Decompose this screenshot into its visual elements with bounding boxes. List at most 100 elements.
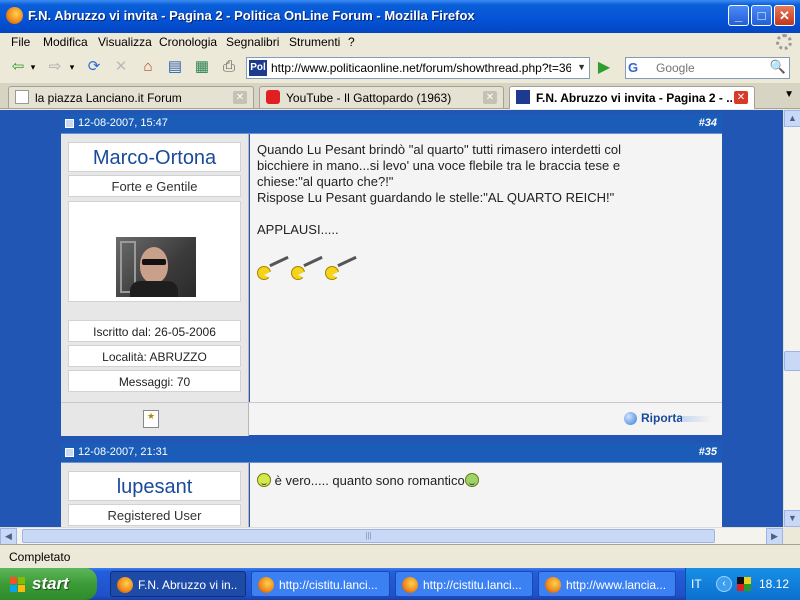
home-button[interactable]: ⌂: [138, 57, 158, 77]
tab-politica-online[interactable]: F.N. Abruzzo vi invita - Pagina 2 - ... …: [509, 86, 755, 109]
navigation-toolbar: ⇦ ▾ ⇨ ▾ ⟳ ✕ ⌂ ▤ ▦ ⎙ Pol http://www.polit…: [0, 53, 800, 83]
message-line: [257, 206, 717, 222]
scroll-right-button[interactable]: ▶: [766, 528, 783, 545]
tab-close-icon[interactable]: ✕: [734, 91, 748, 104]
back-dropdown-icon[interactable]: ▾: [27, 57, 39, 77]
firefox-icon: [6, 7, 23, 24]
post-user-panel: lupesant Registered User: [61, 463, 249, 527]
joined-date: Iscritto dal: 26-05-2006: [93, 325, 216, 339]
avatar[interactable]: [116, 237, 196, 297]
minimize-button[interactable]: _: [728, 5, 749, 26]
menu-help[interactable]: ?: [348, 35, 355, 49]
post-header: 12-08-2007, 15:47 #34: [61, 114, 722, 134]
post-body: è vero..... quanto sono romantico: [250, 463, 722, 527]
tab-close-icon[interactable]: ✕: [483, 91, 497, 104]
menu-visualizza[interactable]: Visualizza: [98, 35, 152, 49]
clock[interactable]: 18.12: [759, 577, 789, 591]
scroll-down-button[interactable]: ▼: [784, 510, 800, 527]
stop-button[interactable]: ✕: [111, 57, 131, 77]
message-line: bicchiere in mano...si levo' una voce fl…: [257, 158, 621, 173]
window-title-bar: F.N. Abruzzo vi invita - Pagina 2 - Poli…: [0, 0, 800, 33]
report-post-icon[interactable]: ★: [143, 410, 159, 428]
post-footer-left: ★: [61, 403, 249, 436]
location-box: Località: ABRUZZO: [68, 345, 241, 367]
taskbar-button-label: http://cistitu.lanci...: [423, 578, 522, 592]
scroll-left-button[interactable]: ◀: [0, 528, 17, 545]
username-box: Marco-Ortona: [68, 142, 241, 172]
post-message: Quando Lu Pesant brindò "al quarto" tutt…: [257, 142, 717, 238]
avatar-body: [130, 281, 178, 297]
pacman-stick: [269, 255, 289, 268]
taskbar-button-label: http://cistitu.lanci...: [279, 578, 378, 592]
taskbar-button[interactable]: http://www.lancia...: [538, 571, 676, 597]
history-icon[interactable]: ▦: [192, 57, 212, 77]
firefox-icon: [545, 577, 561, 593]
youtube-icon: [266, 90, 280, 104]
windows-logo-icon: [10, 577, 26, 593]
go-button[interactable]: ▶: [594, 59, 614, 79]
tray-app-icon[interactable]: [737, 577, 751, 591]
back-button[interactable]: ⇦: [8, 57, 28, 77]
language-indicator[interactable]: IT: [691, 577, 702, 591]
tab-youtube[interactable]: YouTube - Il Gattopardo (1963) ✕: [259, 86, 504, 108]
reply-label: Riporta: [641, 411, 683, 425]
forward-dropdown-icon[interactable]: ▾: [66, 57, 78, 77]
message-line: APPLAUSI.....: [257, 222, 339, 237]
tab-lanciano-forum[interactable]: la piazza Lanciano.it Forum ✕: [8, 86, 254, 108]
user-title: Registered User: [107, 508, 202, 523]
close-button[interactable]: ✕: [774, 5, 795, 26]
bookmarks-icon[interactable]: ▤: [165, 57, 185, 77]
url-text[interactable]: http://www.politicaonline.net/forum/show…: [271, 61, 571, 75]
pacman-smiley-icon: [325, 255, 357, 280]
search-icon[interactable]: 🔍: [769, 59, 787, 77]
taskbar-button[interactable]: http://cistitu.lanci...: [395, 571, 533, 597]
taskbar-button[interactable]: F.N. Abruzzo vi in...: [110, 571, 246, 597]
menu-bar: File Modifica Visualizza Cronologia Segn…: [0, 33, 800, 53]
smiley-icon: [257, 473, 271, 487]
search-engine-icon[interactable]: G: [628, 60, 652, 76]
scroll-up-button[interactable]: ▲: [784, 110, 800, 127]
tab-close-icon[interactable]: ✕: [233, 91, 247, 104]
start-button[interactable]: start: [0, 568, 97, 600]
reply-icon: [624, 412, 637, 425]
horizontal-scroll-thumb[interactable]: |||: [22, 529, 715, 543]
menu-modifica[interactable]: Modifica: [43, 35, 88, 49]
maximize-button[interactable]: □: [751, 5, 772, 26]
menu-cronologia[interactable]: Cronologia: [159, 35, 217, 49]
url-bar[interactable]: Pol http://www.politicaonline.net/forum/…: [246, 57, 590, 79]
post-user-panel: Marco-Ortona Forte e Gentile Iscritto da…: [61, 134, 249, 402]
vertical-scroll-thumb[interactable]: [784, 351, 800, 371]
post-number-link[interactable]: #34: [699, 117, 717, 129]
taskbar-button-label: F.N. Abruzzo vi in...: [138, 578, 238, 592]
url-dropdown-icon[interactable]: ▼: [577, 62, 586, 72]
post-date: 12-08-2007, 15:47: [78, 117, 168, 129]
menu-file[interactable]: File: [11, 35, 30, 49]
pacman-mouth: [264, 271, 272, 279]
taskbar-button-label: http://www.lancia...: [566, 578, 666, 592]
logo-red: [10, 577, 17, 584]
reload-button[interactable]: ⟳: [84, 57, 104, 77]
horizontal-scrollbar[interactable]: ◀ ||| ▶: [0, 527, 783, 545]
quote-reply-button[interactable]: Riporta: [624, 411, 714, 427]
menu-segnalibri[interactable]: Segnalibri: [226, 35, 279, 49]
page-icon: [15, 90, 29, 104]
taskbar-button[interactable]: http://cistitu.lanci...: [251, 571, 390, 597]
firefox-icon: [258, 577, 274, 593]
pacman-smiley-icon: [291, 255, 323, 280]
reply-fade: [682, 416, 712, 422]
show-hidden-icons-button[interactable]: ‹: [716, 576, 732, 592]
logo-green: [18, 577, 25, 584]
print-button[interactable]: ⎙: [219, 57, 239, 77]
post-number-link[interactable]: #35: [699, 446, 717, 458]
menu-strumenti[interactable]: Strumenti: [289, 35, 340, 49]
vertical-scrollbar[interactable]: ▲ ▼: [783, 110, 800, 527]
message-text: è vero..... quanto sono romantico: [274, 473, 465, 488]
taskbar: start F.N. Abruzzo vi in... http://cisti…: [0, 568, 800, 600]
tab-list-icon[interactable]: ▼: [784, 89, 794, 100]
search-input[interactable]: [656, 60, 764, 76]
username-link[interactable]: Marco-Ortona: [93, 147, 216, 169]
username-link[interactable]: lupesant: [117, 476, 193, 498]
joined-box: Iscritto dal: 26-05-2006: [68, 320, 241, 342]
forward-button[interactable]: ⇨: [45, 57, 65, 77]
grin-smiley-icon: [464, 473, 479, 487]
